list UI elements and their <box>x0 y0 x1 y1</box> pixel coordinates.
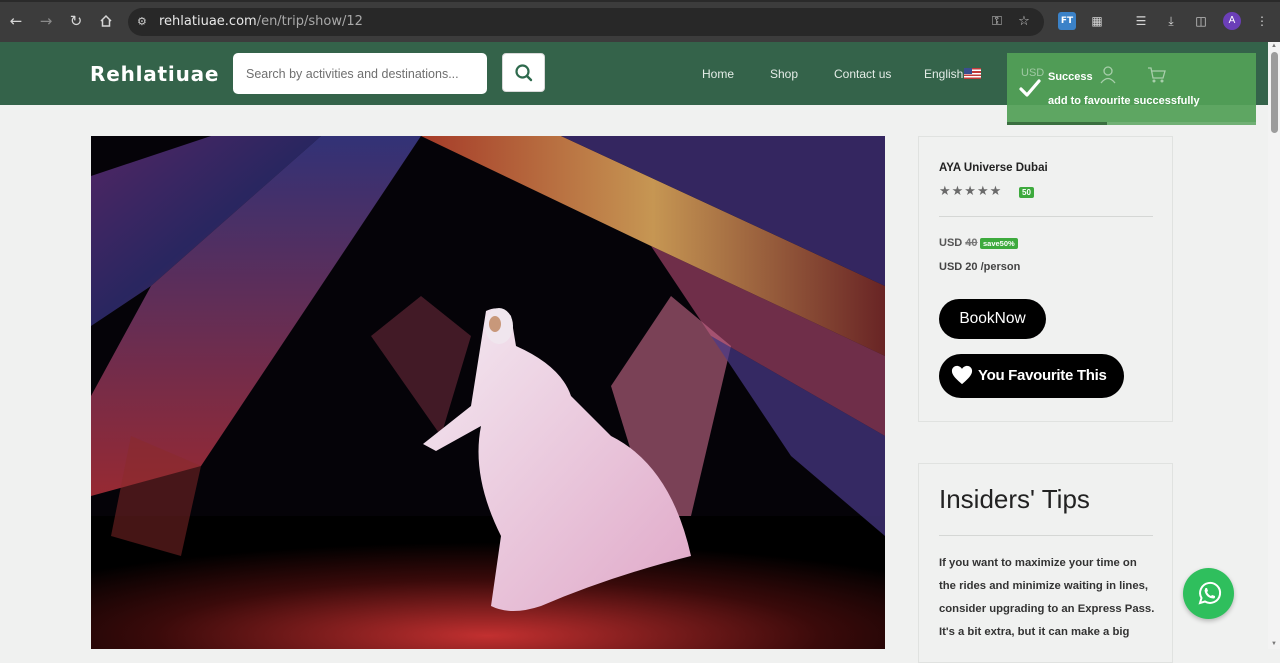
download-icon[interactable]: ⤓ <box>1162 12 1180 30</box>
save-badge: save50% <box>980 238 1018 249</box>
scroll-down-icon[interactable]: ▼ <box>1271 641 1277 647</box>
rating-badge: 50 <box>1019 187 1034 198</box>
scroll-up-icon[interactable]: ▲ <box>1271 43 1277 49</box>
favourite-label: You Favourite This <box>978 367 1107 384</box>
nav-language[interactable]: English <box>924 67 963 81</box>
trip-info-card: AYA Universe Dubai ★★★★★ 50 USD 40 save5… <box>918 136 1173 422</box>
toast-progress <box>1007 122 1256 125</box>
us-flag-icon <box>964 68 981 79</box>
key-icon[interactable]: ⚿ <box>988 13 1006 31</box>
bookmark-star-icon[interactable]: ☆ <box>1015 13 1033 31</box>
reload-icon[interactable]: ↻ <box>66 10 86 32</box>
nav-contact[interactable]: Contact us <box>834 67 891 81</box>
side-panel-icon[interactable]: ◫ <box>1192 12 1210 30</box>
profile-avatar[interactable]: A <box>1223 12 1241 30</box>
favourite-button[interactable]: You Favourite This <box>939 354 1124 398</box>
extensions-puzzle-icon[interactable]: ▦ <box>1088 12 1106 30</box>
site-logo[interactable]: Rehlatiuae <box>90 62 219 86</box>
star-rating-icon: ★★★★★ <box>939 184 1003 199</box>
search-input[interactable] <box>233 53 487 94</box>
site-info-icon[interactable]: ⚙ <box>137 14 151 30</box>
kebab-menu-icon[interactable]: ⋮ <box>1253 12 1271 30</box>
toast-progress-fill <box>1007 122 1107 125</box>
check-icon <box>1019 79 1041 97</box>
back-icon[interactable]: ← <box>6 10 26 32</box>
nav-home[interactable]: Home <box>702 67 734 81</box>
toast-title: Success <box>1048 71 1093 83</box>
insiders-tips-card: Insiders' Tips If you want to maximize y… <box>918 463 1173 663</box>
media-controls-icon[interactable]: ☰ <box>1132 12 1150 30</box>
url-text[interactable]: rehlatiuae.com/en/trip/show/12 <box>159 8 363 36</box>
search-button[interactable] <box>502 53 545 92</box>
tab-strip <box>0 0 1280 2</box>
user-icon[interactable] <box>1100 66 1116 84</box>
cart-icon[interactable] <box>1147 66 1167 84</box>
nav-shop[interactable]: Shop <box>770 67 798 81</box>
home-icon[interactable] <box>96 10 116 32</box>
book-now-button[interactable]: BookNow <box>939 299 1046 339</box>
old-price: USD 40 <box>939 237 978 249</box>
forward-icon[interactable]: → <box>36 10 56 32</box>
tips-title: Insiders' Tips <box>939 484 1090 514</box>
address-bar[interactable]: ⚙ rehlatiuae.com/en/trip/show/12 ⚿ ☆ <box>128 8 1044 36</box>
heart-icon <box>951 365 973 385</box>
trip-hero-image <box>91 136 885 649</box>
extension-ft-icon[interactable]: FT <box>1058 12 1076 30</box>
page-scrollbar[interactable]: ▲ ▼ <box>1268 42 1280 649</box>
tips-text: If you want to maximize your time on the… <box>939 557 1155 638</box>
scrollbar-thumb[interactable] <box>1271 52 1278 133</box>
divider <box>939 216 1153 217</box>
browser-toolbar: ← → ↻ ⚙ rehlatiuae.com/en/trip/show/12 ⚿… <box>0 0 1280 42</box>
whatsapp-button[interactable] <box>1183 568 1234 619</box>
divider <box>939 535 1153 536</box>
trip-title: AYA Universe Dubai <box>939 162 1048 174</box>
search-icon <box>515 64 533 82</box>
whatsapp-icon <box>1198 581 1222 605</box>
toast-message: add to favourite successfully <box>1048 95 1200 107</box>
success-toast[interactable]: USD Success add to favourite successfull… <box>1007 53 1256 125</box>
new-price: USD 20 /person <box>939 261 1021 273</box>
